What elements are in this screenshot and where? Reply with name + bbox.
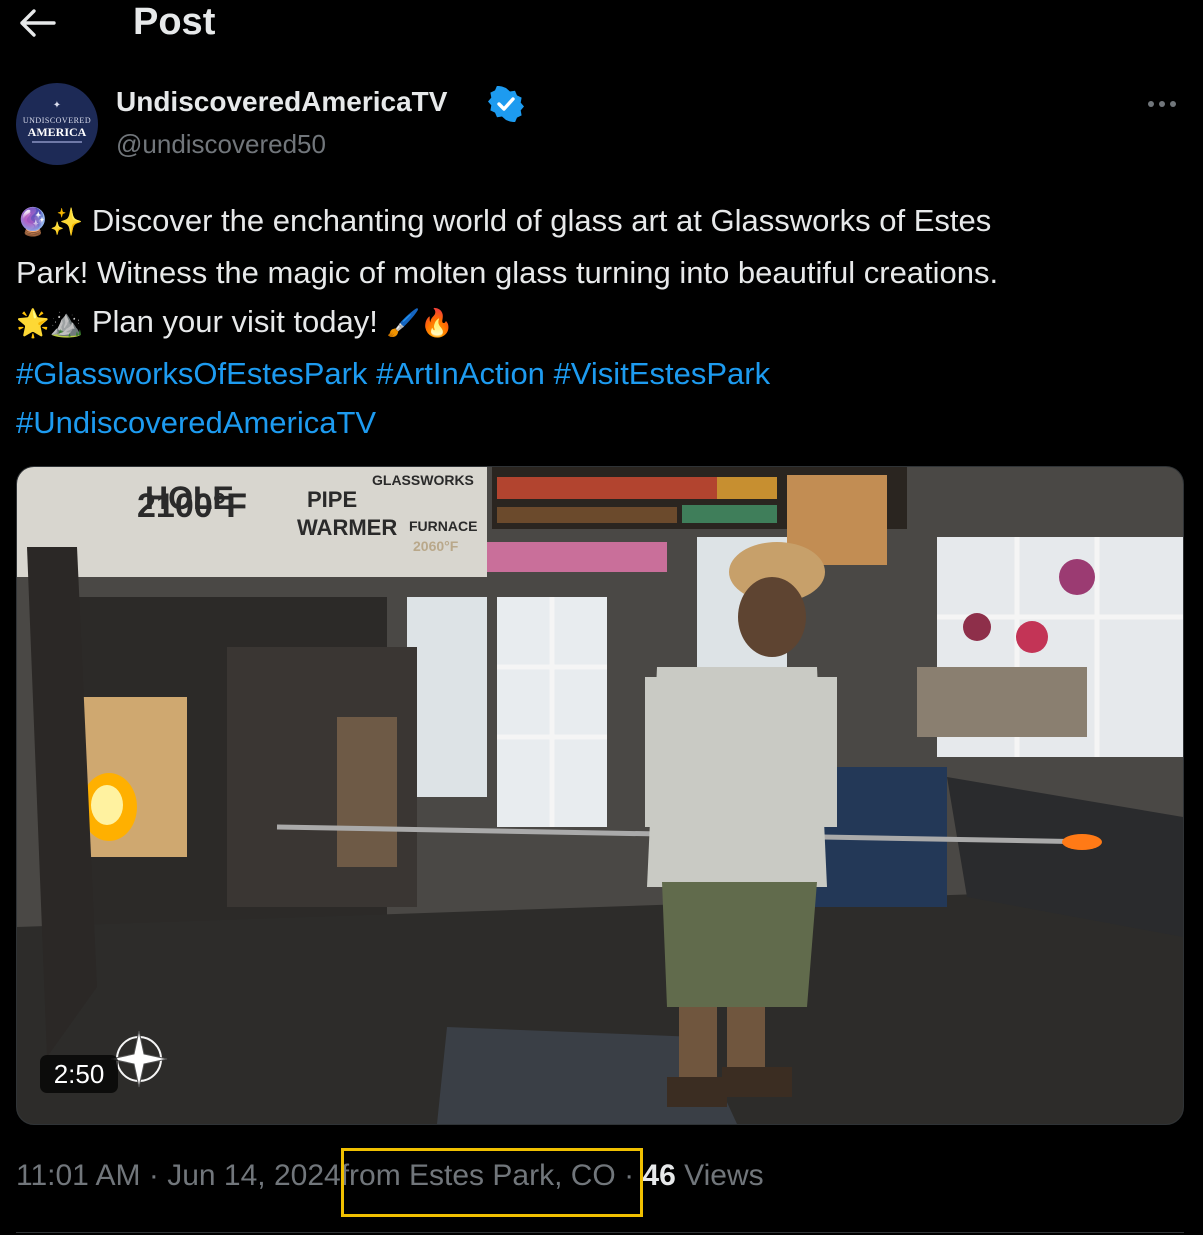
hashtag-line-1: #GlassworksOfEstesPark #ArtInAction #Vis…: [16, 349, 1186, 399]
more-options-icon[interactable]: [1146, 96, 1178, 112]
hashtag-line-2: #UndiscoveredAmericaTV: [16, 398, 1186, 448]
hashtag-link[interactable]: #ArtInAction: [376, 356, 545, 391]
avatar-star-icon: ✦: [52, 100, 62, 111]
crystal-ball-emoji: 🔮: [16, 207, 50, 237]
post-text-line-1: Discover the enchanting world of glass a…: [83, 203, 992, 238]
post-line-1: 🔮✨ Discover the enchanting world of glas…: [16, 196, 1186, 248]
sparkles-emoji: ✨: [49, 207, 84, 237]
views-label: Views: [684, 1159, 764, 1192]
sign-glassworks: GLASSWORKS: [372, 472, 474, 488]
views-count: 46: [642, 1159, 676, 1192]
author-display-name[interactable]: UndiscoveredAmericaTV: [116, 84, 447, 120]
hashtag-link[interactable]: #VisitEstesPark: [554, 356, 771, 391]
post-date[interactable]: Jun 14, 2024: [167, 1159, 340, 1192]
sign-furnace-temp: 2060°F: [413, 538, 459, 554]
avatar[interactable]: ✦ UNDISCOVERED AMERICA: [16, 83, 98, 165]
hashtag-link[interactable]: #GlassworksOfEstesPark: [16, 356, 367, 391]
fire-emoji: 🔥: [420, 308, 454, 338]
sign-pipe: PIPE: [307, 487, 357, 512]
avatar-text-top: UNDISCOVERED: [22, 116, 92, 125]
sign-warmer: WARMER: [297, 515, 397, 540]
post-text-line-2: Park! Witness the magic of molten glass …: [16, 254, 999, 290]
meta-separator: ·: [140, 1159, 168, 1192]
avatar-underline: [32, 141, 82, 143]
video-duration: 2:50: [40, 1055, 118, 1093]
video-frame: HOLE 2100°F PIPE WARMER GLASSWORKS FURNA…: [17, 467, 1183, 1124]
divider: [16, 1232, 1184, 1233]
post-text-line-3: Plan your visit today!: [83, 304, 387, 339]
mountain-emoji: ⛰️: [49, 308, 84, 338]
hashtag-link[interactable]: #UndiscoveredAmericaTV: [16, 405, 376, 440]
post-line-2: Park! Witness the magic of molten glass …: [16, 248, 1186, 298]
sign-furnace: FURNACE: [409, 518, 477, 534]
location-highlight-box: [341, 1148, 643, 1217]
arrow-left-icon[interactable]: [18, 6, 58, 40]
post-time[interactable]: 11:01 AM: [16, 1159, 141, 1192]
top-bar: Post: [0, 0, 1203, 48]
author-handle[interactable]: @undiscovered50: [116, 126, 326, 162]
post-line-3: 🌟⛰️ Plan your visit today! 🖌️🔥: [16, 297, 1186, 349]
sun-emoji: 🌟: [16, 308, 50, 338]
verified-badge-icon[interactable]: [488, 86, 524, 122]
post-text: 🔮✨ Discover the enchanting world of glas…: [16, 196, 1186, 448]
sign-temp: 2100°F: [137, 487, 247, 525]
avatar-text-main: AMERICA: [27, 125, 87, 139]
video-player[interactable]: HOLE 2100°F PIPE WARMER GLASSWORKS FURNA…: [16, 466, 1184, 1125]
paintbrush-emoji: 🖌️: [386, 308, 421, 338]
page-title: Post: [133, 1, 216, 43]
